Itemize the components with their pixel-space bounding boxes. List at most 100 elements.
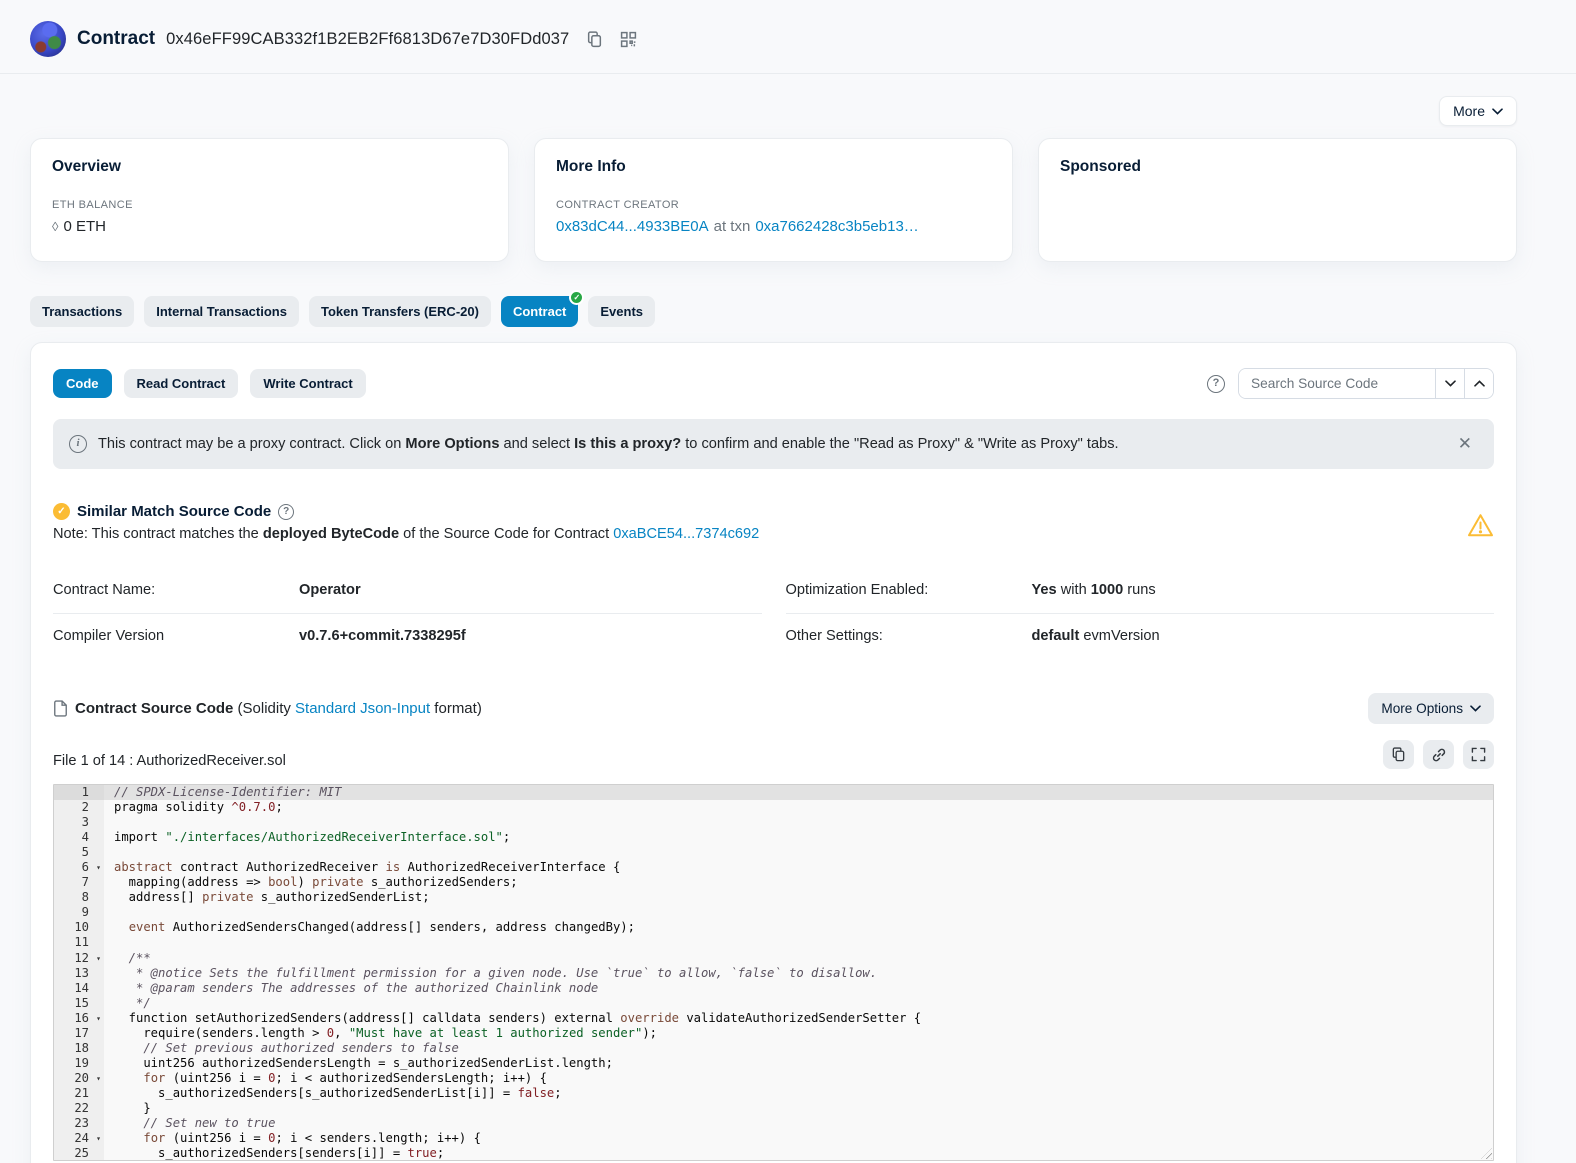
sponsored-card: Sponsored — [1038, 138, 1517, 262]
expand-button[interactable] — [1463, 740, 1494, 769]
code-line: 18 // Set previous authorized senders to… — [54, 1041, 1493, 1056]
line-number: 1 — [54, 785, 104, 800]
line-number: 4 — [54, 830, 104, 845]
line-number: 3 — [54, 815, 104, 830]
code-line: 8 address[] private s_authorizedSenderLi… — [54, 890, 1493, 905]
contract-panel: Code Read Contract Write Contract ? — [30, 342, 1517, 1163]
eth-balance-label: ETH BALANCE — [52, 199, 487, 211]
code-line: 7 mapping(address => bool) private s_aut… — [54, 875, 1493, 890]
more-button[interactable]: More — [1439, 96, 1517, 126]
fold-arrow-icon[interactable]: ▾ — [96, 860, 101, 875]
chevron-down-icon — [1470, 705, 1481, 712]
permalink-button[interactable] — [1423, 740, 1454, 769]
verified-check-badge: ✓ — [569, 290, 584, 305]
line-number: 15 — [54, 996, 104, 1011]
search-source-code-input[interactable] — [1239, 369, 1435, 398]
sponsored-title: Sponsored — [1060, 158, 1495, 176]
tab-contract[interactable]: Contract ✓ — [501, 296, 578, 327]
tab-token-transfers[interactable]: Token Transfers (ERC-20) — [309, 296, 491, 327]
code-line: 17 require(senders.length > 0, "Must hav… — [54, 1026, 1493, 1041]
eth-balance-value: 0 ETH — [63, 218, 106, 235]
code-line: 20▾ for (uint256 i = 0; i < authorizedSe… — [54, 1071, 1493, 1086]
details-right-column: Optimization Enabled: Yes with 1000 runs… — [786, 568, 1495, 659]
code-line: 14 * @param senders The addresses of the… — [54, 981, 1493, 996]
optimization-row: Optimization Enabled: Yes with 1000 runs — [786, 568, 1495, 613]
info-icon: i — [69, 435, 87, 453]
link-icon — [1431, 747, 1447, 763]
line-number: 10 — [54, 920, 104, 935]
optimization-label: Optimization Enabled: — [786, 582, 1032, 598]
line-number: 9 — [54, 905, 104, 920]
contract-creator-label: CONTRACT CREATOR — [556, 199, 991, 211]
help-icon[interactable]: ? — [278, 504, 294, 520]
code-line: 3 — [54, 815, 1493, 830]
line-number: 14 — [54, 981, 104, 996]
line-number: 18 — [54, 1041, 104, 1056]
line-number: 5 — [54, 845, 104, 860]
json-input-format-link[interactable]: Standard Json-Input — [295, 700, 430, 717]
line-number: 19 — [54, 1056, 104, 1071]
file-info: File 1 of 14 : AuthorizedReceiver.sol — [53, 753, 286, 769]
code-line: 6▾abstract contract AuthorizedReceiver i… — [54, 860, 1493, 875]
line-number: 21 — [54, 1086, 104, 1101]
search-prev-button[interactable] — [1464, 369, 1493, 398]
code-line: 25 s_authorizedSenders[senders[i]] = tru… — [54, 1146, 1493, 1161]
other-settings-row: Other Settings: default evmVersion — [786, 613, 1495, 659]
contract-name-value: Operator — [299, 582, 361, 598]
more-options-button[interactable]: More Options — [1368, 693, 1494, 724]
search-next-button[interactable] — [1435, 369, 1464, 398]
line-number: 6▾ — [54, 860, 104, 875]
tab-bar: Transactions Internal Transactions Token… — [30, 296, 1517, 327]
subtab-read-contract[interactable]: Read Contract — [124, 369, 239, 398]
proxy-notice-text: This contract may be a proxy contract. C… — [98, 436, 1441, 452]
code-line: 23 // Set new to true — [54, 1116, 1493, 1131]
copy-address-icon[interactable] — [586, 31, 603, 48]
copy-source-button[interactable] — [1383, 740, 1414, 769]
chevron-down-icon — [1445, 380, 1456, 387]
creator-txn-link[interactable]: 0xa7662428c3b5eb13… — [755, 218, 918, 235]
similar-match-title: Similar Match Source Code — [77, 503, 271, 520]
contract-address: 0x46eFF99CAB332f1B2EB2Ff6813D67e7D30FDd0… — [166, 30, 569, 49]
tab-transactions[interactable]: Transactions — [30, 296, 134, 327]
qr-code-icon[interactable] — [620, 31, 637, 48]
code-line: 12▾ /** — [54, 951, 1493, 966]
line-number: 20▾ — [54, 1071, 104, 1086]
line-number: 2 — [54, 800, 104, 815]
bytecode-contract-link[interactable]: 0xaBCE54...7374c692 — [613, 526, 759, 542]
subtab-write-contract[interactable]: Write Contract — [250, 369, 365, 398]
code-line: 22 } — [54, 1101, 1493, 1116]
code-line: 4import "./interfaces/AuthorizedReceiver… — [54, 830, 1493, 845]
close-icon[interactable]: ✕ — [1452, 432, 1478, 456]
source-code-editor[interactable]: 1// SPDX-License-Identifier: MIT2pragma … — [53, 784, 1494, 1161]
contract-avatar — [30, 21, 66, 57]
fold-arrow-icon[interactable]: ▾ — [96, 1011, 101, 1026]
overview-title: Overview — [52, 158, 487, 176]
tab-internal-transactions[interactable]: Internal Transactions — [144, 296, 299, 327]
other-settings-value: default evmVersion — [1032, 628, 1160, 644]
source-code-heading: Contract Source Code (Solidity Standard … — [53, 700, 482, 717]
more-info-card: More Info CONTRACT CREATOR 0x83dC44...49… — [534, 138, 1013, 262]
tab-events[interactable]: Events — [588, 296, 655, 327]
line-number: 23 — [54, 1116, 104, 1131]
compiler-version-value: v0.7.6+commit.7338295f — [299, 628, 466, 644]
code-line: 5 — [54, 845, 1493, 860]
warning-icon — [1467, 513, 1494, 538]
fold-arrow-icon[interactable]: ▾ — [96, 1131, 101, 1146]
code-line: 9 — [54, 905, 1493, 920]
code-line: 15 */ — [54, 996, 1493, 1011]
copy-icon — [1391, 747, 1406, 762]
help-icon[interactable]: ? — [1207, 375, 1225, 393]
compiler-version-row: Compiler Version v0.7.6+commit.7338295f — [53, 613, 762, 659]
fold-arrow-icon[interactable]: ▾ — [96, 1071, 101, 1086]
line-number: 8 — [54, 890, 104, 905]
fold-arrow-icon[interactable]: ▾ — [96, 951, 101, 966]
code-line: 11 — [54, 935, 1493, 950]
line-number: 22 — [54, 1101, 104, 1116]
overview-card: Overview ETH BALANCE ◊ 0 ETH — [30, 138, 509, 262]
creator-address-link[interactable]: 0x83dC44...4933BE0A — [556, 218, 709, 235]
subtab-code[interactable]: Code — [53, 369, 112, 398]
contract-name-row: Contract Name: Operator — [53, 568, 762, 613]
code-line: 13 * @notice Sets the fulfillment permis… — [54, 966, 1493, 981]
similar-match-note: Note: This contract matches the deployed… — [53, 526, 1467, 542]
document-icon — [53, 700, 68, 717]
